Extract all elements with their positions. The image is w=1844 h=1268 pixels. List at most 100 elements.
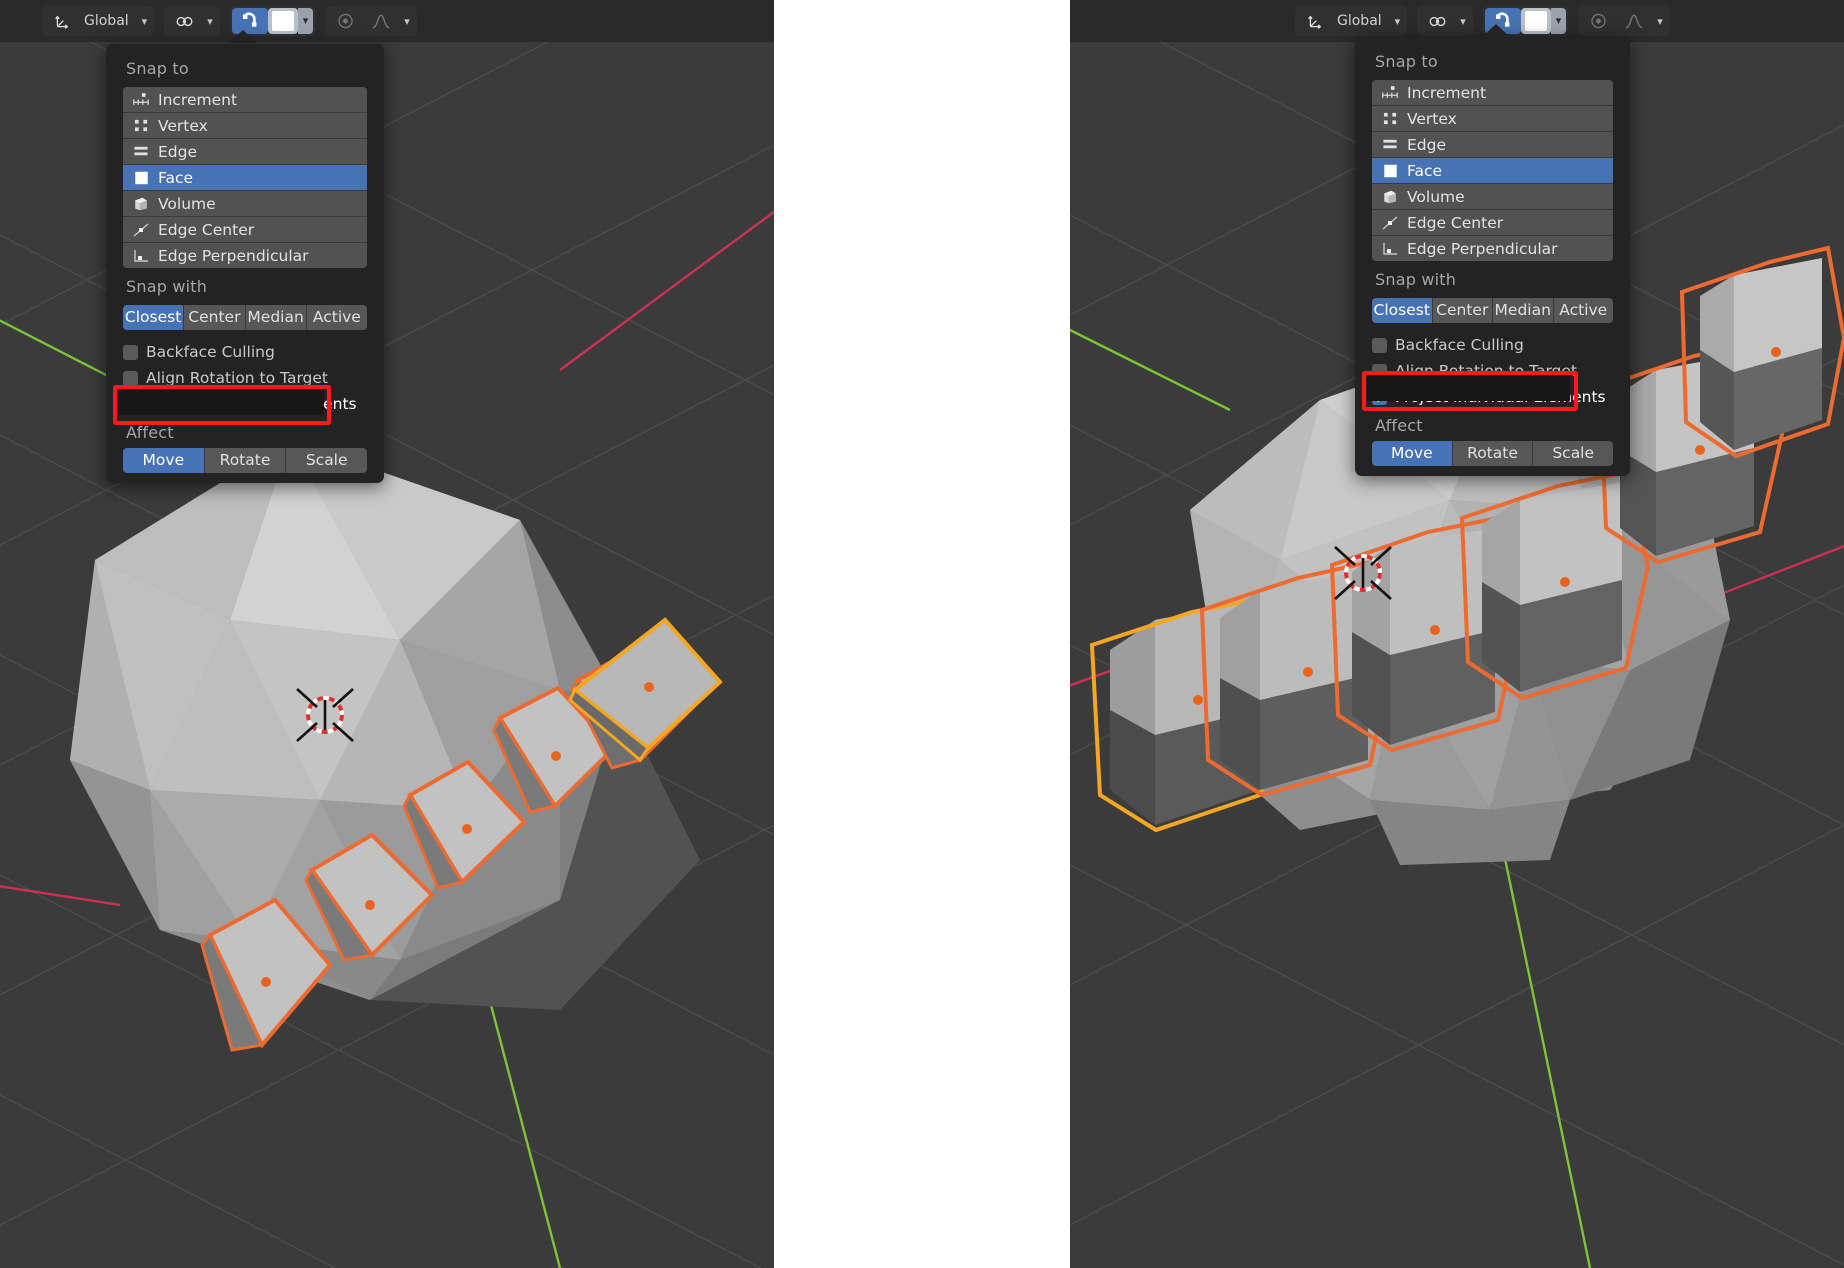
snap-item-label: Volume bbox=[158, 195, 216, 213]
falloff-group[interactable]: ▾ bbox=[1578, 6, 1670, 36]
snap-with-center[interactable]: Center bbox=[184, 305, 245, 330]
right-snap-popup: Snap to Increment Vertex bbox=[1355, 37, 1630, 476]
orientation-label[interactable]: Global bbox=[1333, 8, 1390, 34]
transform-orientation-icon bbox=[44, 8, 80, 34]
proportional-edit-group[interactable]: ▾ bbox=[164, 6, 220, 36]
chevron-down-icon[interactable]: ▾ bbox=[399, 15, 415, 28]
snap-item-label: Increment bbox=[1407, 84, 1486, 102]
snap-with-median[interactable]: Median bbox=[1493, 298, 1554, 323]
snap-face-swatch-icon[interactable] bbox=[268, 8, 298, 34]
right-viewport[interactable]: Global ▾ ▾ bbox=[1070, 0, 1844, 1268]
snap-item-volume[interactable]: Volume bbox=[1372, 184, 1613, 210]
affect-scale[interactable]: Scale bbox=[1533, 441, 1613, 466]
snap-item-face[interactable]: Face bbox=[1372, 158, 1613, 184]
falloff-group[interactable]: ▾ bbox=[325, 6, 417, 36]
snap-item-vertex[interactable]: Vertex bbox=[1372, 106, 1613, 132]
snap-item-edge-perpendicular[interactable]: Edge Perpendicular bbox=[123, 243, 367, 268]
snap-item-label: Edge Perpendicular bbox=[158, 247, 309, 265]
snap-with-header: Snap with bbox=[106, 268, 384, 305]
snap-item-label: Edge Center bbox=[158, 221, 254, 239]
chevron-down-icon[interactable]: ▾ bbox=[1455, 15, 1471, 28]
snap-item-edge-center[interactable]: Edge Center bbox=[123, 217, 367, 243]
affect-options[interactable]: Move Rotate Scale bbox=[1372, 441, 1613, 466]
snap-face-swatch-icon[interactable] bbox=[1521, 8, 1551, 34]
snap-item-label: Increment bbox=[158, 91, 237, 109]
snap-item-increment[interactable]: Increment bbox=[1372, 80, 1613, 106]
chevron-down-icon[interactable]: ▾ bbox=[1652, 15, 1668, 28]
affect-options[interactable]: Move Rotate Scale bbox=[123, 448, 367, 473]
left-viewport[interactable]: Global ▾ ▾ bbox=[0, 0, 774, 1268]
snap-with-header: Snap with bbox=[1355, 261, 1630, 298]
face-icon bbox=[1378, 161, 1402, 180]
snap-item-edge[interactable]: Edge bbox=[123, 139, 367, 165]
proportional-edit-group[interactable]: ▾ bbox=[1417, 6, 1473, 36]
snap-with-active[interactable]: Active bbox=[1554, 298, 1614, 323]
affect-scale[interactable]: Scale bbox=[286, 448, 367, 473]
checkbox-backface-culling[interactable]: Backface Culling bbox=[123, 339, 367, 365]
screenshot-root: Global ▾ ▾ bbox=[0, 0, 1844, 1268]
vertex-icon bbox=[129, 116, 153, 135]
pivot-point-icon[interactable] bbox=[327, 8, 363, 34]
edge-center-icon bbox=[129, 220, 153, 239]
orientation-group[interactable]: Global ▾ bbox=[42, 6, 154, 36]
vertex-icon bbox=[1378, 109, 1402, 128]
affect-move[interactable]: Move bbox=[1372, 441, 1453, 466]
orientation-label[interactable]: Global bbox=[80, 8, 137, 34]
snap-item-label: Edge Center bbox=[1407, 214, 1503, 232]
orientation-group[interactable]: Global ▾ bbox=[1295, 6, 1407, 36]
checkbox-label: Backface Culling bbox=[146, 343, 275, 361]
snap-to-list[interactable]: Increment Vertex Edge bbox=[1372, 80, 1613, 261]
proportional-falloff-icon[interactable] bbox=[363, 8, 399, 34]
snap-to-header: Snap to bbox=[106, 50, 384, 87]
chevron-down-icon[interactable]: ▾ bbox=[298, 8, 314, 34]
checkbox-box[interactable] bbox=[123, 345, 138, 360]
snap-item-edge-center[interactable]: Edge Center bbox=[1372, 210, 1613, 236]
right-highlight-backdrop bbox=[1367, 374, 1570, 401]
proportional-edit-icon[interactable] bbox=[1419, 8, 1455, 34]
checkbox-box[interactable] bbox=[1372, 338, 1387, 353]
snap-item-face[interactable]: Face bbox=[123, 165, 367, 191]
edge-perpendicular-icon bbox=[1378, 239, 1402, 258]
chevron-down-icon[interactable]: ▾ bbox=[137, 15, 153, 28]
snap-with-closest[interactable]: Closest bbox=[1372, 298, 1433, 323]
edge-perpendicular-icon bbox=[129, 246, 153, 265]
edge-icon bbox=[1378, 135, 1402, 154]
snap-item-label: Vertex bbox=[158, 117, 208, 135]
checkbox-box[interactable] bbox=[123, 371, 138, 386]
affect-header: Affect bbox=[1355, 410, 1630, 441]
snap-item-vertex[interactable]: Vertex bbox=[123, 113, 367, 139]
snap-with-options[interactable]: Closest Center Median Active bbox=[1372, 298, 1613, 323]
checkbox-backface-culling[interactable]: Backface Culling bbox=[1372, 332, 1613, 358]
snap-item-volume[interactable]: Volume bbox=[123, 191, 367, 217]
snap-item-increment[interactable]: Increment bbox=[123, 87, 367, 113]
snap-to-list[interactable]: Increment Vertex Edge bbox=[123, 87, 367, 268]
right-toolbar: Global ▾ ▾ bbox=[1070, 0, 1844, 42]
volume-icon bbox=[129, 194, 153, 213]
snap-with-options[interactable]: Closest Center Median Active bbox=[123, 305, 367, 330]
edge-icon bbox=[129, 142, 153, 161]
snap-with-active[interactable]: Active bbox=[307, 305, 367, 330]
transform-orientation-icon bbox=[1297, 8, 1333, 34]
snap-item-edge-perpendicular[interactable]: Edge Perpendicular bbox=[1372, 236, 1613, 261]
chevron-down-icon[interactable]: ▾ bbox=[1551, 8, 1567, 34]
snap-item-label: Vertex bbox=[1407, 110, 1457, 128]
face-icon bbox=[129, 168, 153, 187]
snap-with-center[interactable]: Center bbox=[1433, 298, 1494, 323]
checkbox-label: Align Rotation to Target bbox=[146, 369, 328, 387]
snap-with-closest[interactable]: Closest bbox=[123, 305, 184, 330]
left-highlight-backdrop bbox=[118, 388, 324, 415]
checkbox-label: Backface Culling bbox=[1395, 336, 1524, 354]
affect-rotate[interactable]: Rotate bbox=[205, 448, 287, 473]
increment-icon bbox=[129, 90, 153, 109]
proportional-edit-icon[interactable] bbox=[166, 8, 202, 34]
snap-to-header: Snap to bbox=[1355, 43, 1630, 80]
chevron-down-icon[interactable]: ▾ bbox=[202, 15, 218, 28]
snap-item-edge[interactable]: Edge bbox=[1372, 132, 1613, 158]
affect-rotate[interactable]: Rotate bbox=[1453, 441, 1534, 466]
chevron-down-icon[interactable]: ▾ bbox=[1390, 15, 1406, 28]
pivot-point-icon[interactable] bbox=[1580, 8, 1616, 34]
snap-with-median[interactable]: Median bbox=[246, 305, 307, 330]
affect-move[interactable]: Move bbox=[123, 448, 205, 473]
proportional-falloff-icon[interactable] bbox=[1616, 8, 1652, 34]
snap-item-label: Face bbox=[1407, 162, 1442, 180]
